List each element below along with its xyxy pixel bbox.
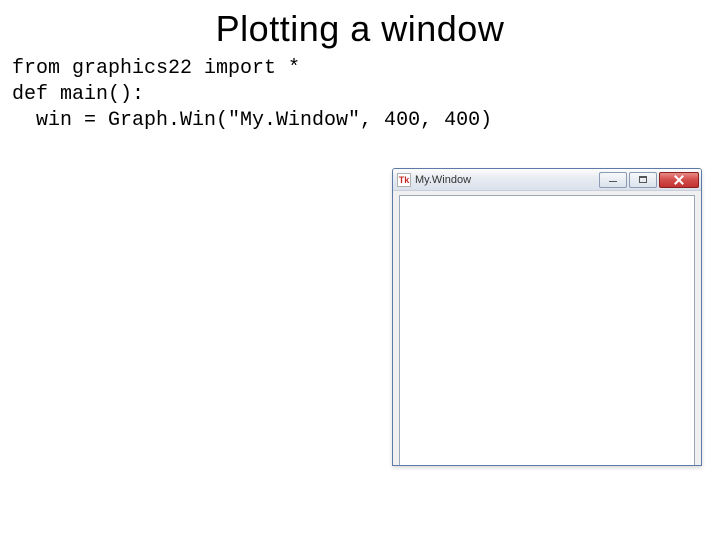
maximize-icon	[639, 176, 647, 183]
titlebar[interactable]: Tk My.Window	[393, 169, 701, 191]
minimize-button[interactable]	[599, 172, 627, 188]
maximize-button[interactable]	[629, 172, 657, 188]
code-line-1: from graphics22 import *	[12, 57, 300, 80]
window-title: My.Window	[415, 174, 597, 186]
close-icon	[674, 175, 684, 185]
code-block: from graphics22 import * def main(): win…	[0, 56, 720, 134]
code-line-2: def main():	[12, 83, 144, 106]
slide-title: Plotting a window	[0, 8, 720, 50]
gui-window: Tk My.Window	[392, 168, 702, 466]
window-client-area	[399, 195, 695, 465]
minimize-icon	[609, 181, 617, 182]
close-button[interactable]	[659, 172, 699, 188]
code-line-3: win = Graph.Win("My.Window", 400, 400)	[12, 109, 492, 132]
window-controls	[597, 172, 699, 188]
tk-icon: Tk	[397, 173, 411, 187]
